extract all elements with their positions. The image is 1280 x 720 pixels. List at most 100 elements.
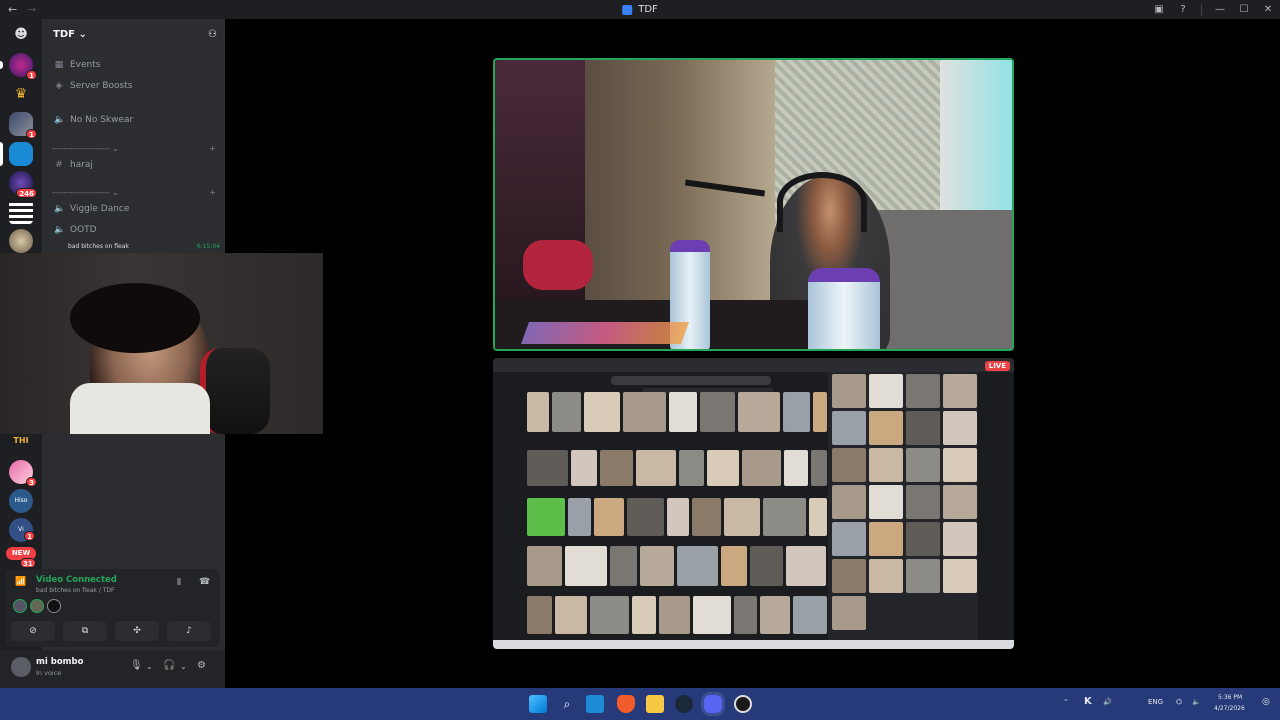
server-icon[interactable]: 3: [9, 460, 37, 487]
crown-server-icon[interactable]: ♛: [9, 82, 33, 106]
channel-events[interactable]: ▦ Events: [50, 56, 218, 74]
participant-avatar[interactable]: [47, 599, 61, 613]
unread-pill: [0, 61, 3, 69]
server-icon[interactable]: [9, 229, 33, 253]
plus-icon[interactable]: +: [209, 188, 216, 197]
chevron-up-icon[interactable]: ⌃: [1063, 698, 1069, 706]
speaker-icon: 🔈: [54, 204, 66, 214]
image-thumbnail: [832, 374, 866, 408]
image-thumbnail: [721, 546, 747, 586]
image-thumbnail: [610, 546, 637, 586]
app-icon[interactable]: [586, 695, 604, 713]
minimize-button[interactable]: —: [1208, 4, 1232, 15]
floating-video-tile[interactable]: [0, 253, 323, 434]
guild-header[interactable]: TDF ⌄ ⚇: [42, 19, 225, 49]
video-tile-screenshare[interactable]: LIVE: [493, 358, 1014, 649]
language-indicator[interactable]: ENG: [1148, 698, 1163, 706]
server-badge: 3: [26, 477, 37, 487]
voice-status[interactable]: Video Connected: [36, 575, 117, 585]
camera-off-icon: ⊘: [29, 626, 37, 636]
divider: [1201, 3, 1202, 16]
close-button[interactable]: ✕: [1256, 4, 1280, 15]
live-badge: LIVE: [984, 361, 1010, 371]
add-member-icon[interactable]: ⚇: [208, 29, 217, 40]
microphone-icon[interactable]: 🎙: [130, 660, 143, 671]
hashtag-icon: #: [55, 160, 63, 170]
signal-icon[interactable]: 📶: [15, 577, 26, 587]
title-bar: ← → TDF ▣ ? — ☐ ✕: [0, 0, 1280, 19]
arrow-right-icon[interactable]: →: [27, 3, 36, 16]
discord-icon[interactable]: [704, 695, 722, 713]
image-thumbnail: [869, 374, 903, 408]
network-icon[interactable]: ⌬: [1176, 698, 1182, 706]
clock-date[interactable]: 4/27/2026: [1214, 705, 1245, 712]
participant-avatar[interactable]: [30, 599, 44, 613]
boost-icon: ◈: [55, 81, 63, 91]
server-icon[interactable]: Hiso: [9, 489, 33, 513]
chevron-down-icon[interactable]: ⌄: [146, 662, 153, 671]
image-thumbnail: [943, 411, 977, 445]
image-thumbnail: [869, 522, 903, 556]
channel-ootd[interactable]: 🔈 OOTD: [50, 221, 218, 239]
start-icon[interactable]: [529, 695, 547, 713]
channel-server-boosts[interactable]: ◈ Server Boosts: [50, 77, 218, 95]
active-voice-channel[interactable]: bad bitches on fleak 6:15:04: [52, 243, 220, 253]
inbox-icon[interactable]: ▣: [1147, 4, 1171, 15]
server-icon[interactable]: 1: [9, 112, 37, 139]
video-controller: [523, 240, 593, 290]
image-thumbnail: [869, 448, 903, 482]
image-thumbnail: [763, 498, 806, 536]
video-tile-camera[interactable]: [493, 58, 1014, 351]
obs-icon[interactable]: [734, 695, 752, 713]
image-thumbnail: [832, 522, 866, 556]
image-thumbnail: [943, 559, 977, 593]
avatar[interactable]: [11, 657, 31, 677]
image-thumbnail: [527, 392, 549, 432]
guild-name: TDF: [53, 28, 75, 40]
steam-icon[interactable]: [675, 695, 693, 713]
camera-off-button[interactable]: ⊘: [11, 621, 55, 641]
plus-icon[interactable]: +: [209, 144, 216, 153]
headphones-icon[interactable]: 🎧: [163, 660, 175, 671]
image-thumbnail: [869, 411, 903, 445]
image-thumbnail: [555, 596, 587, 634]
arrow-left-icon[interactable]: ←: [8, 3, 17, 16]
server-icon[interactable]: 1: [9, 53, 37, 80]
channel-no-no-skwear[interactable]: 🔈 No No Skwear: [50, 111, 218, 129]
maximize-button[interactable]: ☐: [1232, 4, 1256, 15]
noise-suppression-icon[interactable]: ⦀: [177, 578, 181, 588]
image-thumbnail: [783, 392, 810, 432]
participant-avatar[interactable]: [13, 599, 27, 613]
clock-time[interactable]: 5:36 PM: [1218, 694, 1242, 701]
image-thumbnail: [692, 498, 721, 536]
volume-icon[interactable]: 🔊: [1103, 698, 1112, 706]
server-icon[interactable]: 246: [9, 171, 37, 198]
brave-browser-icon[interactable]: [617, 695, 635, 713]
notification-icon[interactable]: ◎: [1262, 697, 1270, 707]
image-thumbnail: [786, 546, 826, 586]
discord-home-icon[interactable]: ☻: [9, 23, 33, 47]
disconnect-icon[interactable]: ☎: [199, 577, 210, 587]
video-headphones: [777, 172, 867, 232]
image-thumbnail: [943, 522, 977, 556]
share-screen-button[interactable]: ⧉: [63, 621, 107, 641]
category-header[interactable]: -------------------- ⌄ +: [52, 141, 220, 155]
image-thumbnail: [571, 450, 597, 486]
search-icon[interactable]: ⌕: [558, 695, 576, 713]
gear-icon[interactable]: ⚙: [197, 660, 206, 671]
server-badge: 1: [26, 70, 37, 80]
server-icon[interactable]: [9, 142, 33, 166]
chevron-down-icon[interactable]: ⌄: [180, 662, 187, 671]
activities-button[interactable]: ✣: [115, 621, 159, 641]
speaker-icon[interactable]: 🔈: [1192, 698, 1201, 706]
server-icon[interactable]: [9, 200, 33, 224]
image-thumbnail: [906, 559, 940, 593]
username[interactable]: mi bombo: [36, 657, 83, 667]
help-icon[interactable]: ?: [1171, 4, 1195, 15]
soundboard-button[interactable]: ♪: [167, 621, 211, 641]
category-header[interactable]: -------------------- ⌄ +: [52, 185, 220, 199]
tray-app-icon[interactable]: K: [1084, 696, 1092, 707]
channel-haraj[interactable]: # haraj: [50, 156, 218, 174]
channel-viggle-dance[interactable]: 🔈 Viggle Dance: [50, 200, 218, 218]
file-explorer-icon[interactable]: [646, 695, 664, 713]
